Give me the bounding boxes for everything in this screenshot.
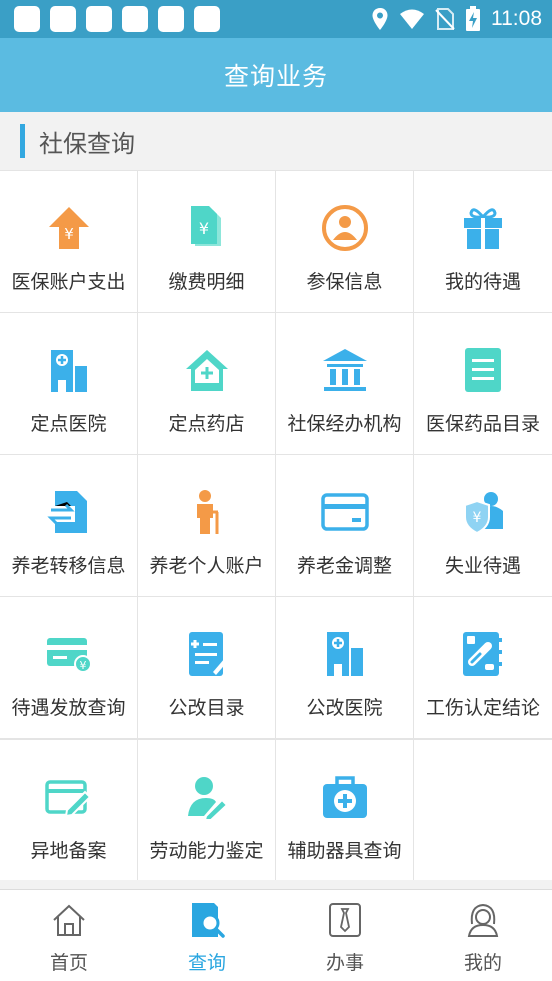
service-unemployment-benefits[interactable]: ¥ 失业待遇 [414, 455, 552, 596]
wifi-icon [400, 9, 424, 29]
edit-document-icon [182, 629, 232, 679]
service-medical-account-expense[interactable]: ¥ 医保账户支出 [0, 171, 138, 312]
service-label: 定点医院 [30, 413, 107, 435]
tab-label: 我的 [463, 952, 502, 974]
person-pen-icon [182, 772, 232, 822]
service-remote-filing[interactable]: 异地备案 [0, 740, 138, 880]
service-payment-details[interactable]: ¥ 缴费明细 [138, 171, 276, 312]
grid-row: 定点医院 定点药店 社保经办机构 医保药品目录 [0, 312, 552, 454]
gift-icon [458, 203, 508, 253]
service-label: 定点药店 [168, 413, 245, 435]
service-label: 工伤认定结论 [425, 697, 540, 719]
tab-label: 首页 [49, 952, 88, 974]
no-sim-icon [435, 8, 455, 30]
empty-cell [414, 740, 552, 880]
institution-icon [320, 345, 370, 395]
service-label: 缴费明细 [168, 271, 245, 293]
svg-text:¥: ¥ [198, 219, 208, 238]
service-work-capacity-appraisal[interactable]: 劳动能力鉴定 [138, 740, 276, 880]
section-title: 社保查询 [39, 129, 135, 158]
card-pen-icon [44, 772, 94, 822]
medical-kit-icon [320, 772, 370, 822]
list-document-icon [458, 345, 508, 395]
section-header: 社保查询 [0, 112, 552, 170]
svg-text:¥: ¥ [473, 510, 482, 526]
home-icon [49, 900, 89, 940]
service-grid: ¥ 医保账户支出 ¥ 缴费明细 参保信息 我的待遇 定点医院 定点药店 社保经办… [0, 170, 552, 880]
medical-record-icon [458, 629, 508, 679]
transfer-document-icon [44, 487, 94, 537]
service-label: 劳动能力鉴定 [149, 840, 264, 862]
bank-card-icon [320, 487, 370, 537]
service-label: 失业待遇 [444, 555, 521, 577]
location-icon [372, 8, 388, 30]
notification-icon [86, 6, 112, 32]
card-coin-icon: ¥ [44, 629, 94, 679]
service-reform-catalog[interactable]: 公改目录 [138, 597, 276, 738]
notification-icon [122, 6, 148, 32]
service-label: 辅助器具查询 [287, 840, 402, 862]
tab-mine[interactable]: 我的 [414, 890, 552, 981]
status-bar: 11:08 [0, 0, 552, 38]
tab-label: 办事 [325, 952, 364, 974]
bottom-tab-bar: 首页 查询 办事 我的 [0, 889, 552, 981]
upload-yen-icon: ¥ [44, 203, 94, 253]
service-label: 参保信息 [306, 271, 383, 293]
grid-row: 养老转移信息 养老个人账户 养老金调整 ¥ 失业待遇 [0, 454, 552, 596]
service-pension-transfer[interactable]: 养老转移信息 [0, 455, 138, 596]
battery-icon [466, 6, 480, 31]
hospital-building-icon [44, 345, 94, 395]
service-assistive-devices-query[interactable]: 辅助器具查询 [276, 740, 414, 880]
search-document-icon [187, 900, 227, 940]
service-label: 医保账户支出 [11, 271, 126, 293]
pharmacy-house-icon [182, 345, 232, 395]
service-benefit-payment-query[interactable]: ¥ 待遇发放查询 [0, 597, 138, 738]
hospital-tower-icon [320, 629, 370, 679]
service-label: 养老转移信息 [11, 555, 126, 577]
service-my-benefits[interactable]: 我的待遇 [414, 171, 552, 312]
service-label: 养老个人账户 [149, 555, 264, 577]
service-designated-pharmacy[interactable]: 定点药店 [138, 313, 276, 454]
service-label: 社保经办机构 [287, 413, 402, 435]
svg-text:¥: ¥ [64, 225, 74, 243]
tie-icon [325, 900, 365, 940]
user-icon [463, 900, 503, 940]
service-designated-hospital[interactable]: 定点医院 [0, 313, 138, 454]
service-work-injury-conclusion[interactable]: 工伤认定结论 [414, 597, 552, 738]
page-title: 查询业务 [223, 62, 328, 91]
service-insurance-info[interactable]: 参保信息 [276, 171, 414, 312]
person-circle-icon [320, 203, 370, 253]
service-label: 公改医院 [306, 697, 383, 719]
service-pension-adjustment[interactable]: 养老金调整 [276, 455, 414, 596]
grid-row: ¥ 医保账户支出 ¥ 缴费明细 参保信息 我的待遇 [0, 170, 552, 312]
service-social-security-agency[interactable]: 社保经办机构 [276, 313, 414, 454]
clock: 11:08 [491, 7, 542, 30]
notification-icon [50, 6, 76, 32]
grid-row: 异地备案 劳动能力鉴定 辅助器具查询 [0, 738, 552, 880]
payment-document-icon: ¥ [182, 203, 232, 253]
service-label: 待遇发放查询 [11, 697, 126, 719]
service-label: 异地备案 [30, 840, 107, 862]
tab-services[interactable]: 办事 [276, 890, 414, 981]
app-header: 查询业务 [0, 38, 552, 112]
service-label: 我的待遇 [444, 271, 521, 293]
person-shield-icon: ¥ [458, 487, 508, 537]
notification-icon [14, 6, 40, 32]
elderly-person-icon [182, 487, 232, 537]
service-label: 公改目录 [168, 697, 245, 719]
service-label: 养老金调整 [296, 555, 392, 577]
notification-icon [194, 6, 220, 32]
notification-icon [158, 6, 184, 32]
notification-icons [14, 6, 220, 32]
service-reform-hospital[interactable]: 公改医院 [276, 597, 414, 738]
grid-row: ¥ 待遇发放查询 公改目录 公改医院 工伤认定结论 [0, 596, 552, 738]
svg-text:¥: ¥ [79, 659, 86, 672]
service-medicine-catalog[interactable]: 医保药品目录 [414, 313, 552, 454]
tab-query[interactable]: 查询 [138, 890, 276, 981]
service-pension-personal-account[interactable]: 养老个人账户 [138, 455, 276, 596]
section-accent-bar [20, 124, 25, 158]
tab-label: 查询 [187, 952, 226, 974]
tab-home[interactable]: 首页 [0, 890, 138, 981]
service-label: 医保药品目录 [425, 413, 540, 435]
